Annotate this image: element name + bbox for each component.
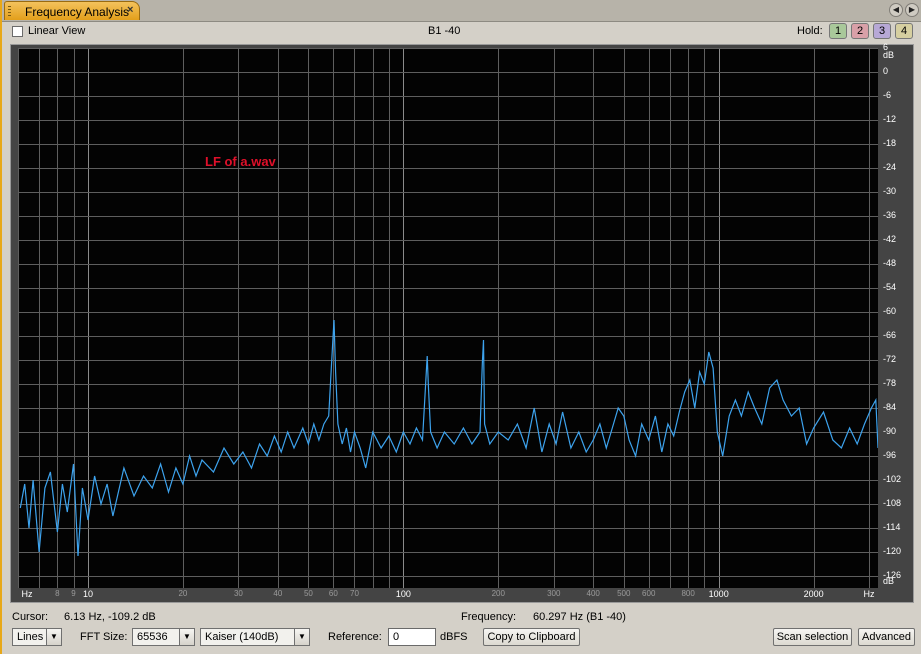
display-mode-value: Lines <box>17 631 44 643</box>
x-tick-label: 9 <box>71 589 76 598</box>
x-tick-label: 500 <box>617 589 631 598</box>
cursor-label: Cursor: <box>12 611 49 623</box>
reference-label: Reference: <box>328 631 382 643</box>
spectrum-trace <box>19 319 878 557</box>
x-tick-label: 8 <box>55 589 60 598</box>
fft-size-select[interactable]: 65536 ▼ <box>132 628 195 646</box>
top-toolbar: Linear View B1 -40 Hold: 1 2 3 4 <box>2 22 921 42</box>
x-tick-label: 40 <box>273 589 283 598</box>
y-tick-label: -96 <box>883 450 897 460</box>
y-tick-label: -72 <box>883 354 897 364</box>
y-tick-label: 0 <box>883 66 889 76</box>
y-unit-label-bottom: dB <box>883 576 895 586</box>
x-tick-label: 10 <box>82 589 93 599</box>
frequency-analysis-panel: Frequency Analysis × ◀ ▶ Linear View B1 … <box>0 0 921 654</box>
x-tick-label: 30 <box>233 589 243 598</box>
hold-button-2[interactable]: 2 <box>851 23 869 39</box>
frequency-label: Frequency: <box>461 611 517 623</box>
reference-unit: dBFS <box>440 631 468 643</box>
x-tick-label: 200 <box>491 589 505 598</box>
y-tick-label: -78 <box>883 378 897 388</box>
frequency-value: 60.297 Hz (B1 -40) <box>533 611 626 623</box>
hold-label: Hold: <box>797 25 823 37</box>
y-tick-label: -12 <box>883 114 897 124</box>
x-unit-label-left: Hz <box>21 589 33 599</box>
fft-size-label: FFT Size: <box>80 631 128 643</box>
y-tick-label: -90 <box>883 426 897 436</box>
x-tick-label: 800 <box>681 589 695 598</box>
advanced-button[interactable]: Advanced <box>858 628 915 646</box>
y-tick-label: -120 <box>883 546 902 556</box>
chevron-down-icon: ▼ <box>179 629 194 645</box>
y-tick-label: -24 <box>883 162 897 172</box>
y-tick-label: -6 <box>883 90 892 100</box>
scroll-left-icon[interactable]: ◀ <box>889 3 903 17</box>
panel-menu-icon[interactable]: ▶ <box>905 3 919 17</box>
linear-view-label[interactable]: Linear View <box>28 25 85 37</box>
cursor-value: 6.13 Hz, -109.2 dB <box>64 611 156 623</box>
x-tick-label: 20 <box>178 589 188 598</box>
scan-selection-button[interactable]: Scan selection <box>773 628 852 646</box>
linear-view-checkbox[interactable] <box>12 26 23 37</box>
y-tick-label: -66 <box>883 330 897 340</box>
display-mode-select[interactable]: Lines ▼ <box>12 628 62 646</box>
chevron-down-icon: ▼ <box>294 629 309 645</box>
y-tick-label: -48 <box>883 258 897 268</box>
reference-input[interactable]: 0 <box>388 628 436 646</box>
x-tick-label: 600 <box>642 589 656 598</box>
panel-tab-strip: Frequency Analysis × ◀ ▶ <box>2 0 921 22</box>
y-tick-label: -114 <box>883 522 901 532</box>
tab-frequency-analysis[interactable]: Frequency Analysis × <box>4 1 140 20</box>
x-tick-label: 1000 <box>708 589 729 599</box>
hold-button-4[interactable]: 4 <box>895 23 913 39</box>
y-tick-label: -36 <box>883 210 897 220</box>
x-tick-label: 50 <box>303 589 313 598</box>
y-tick-label: -42 <box>883 234 897 244</box>
hold-button-3[interactable]: 3 <box>873 23 891 39</box>
hold-button-1[interactable]: 1 <box>829 23 847 39</box>
y-tick-label: -108 <box>883 498 902 508</box>
plot-annotation: LF of a.wav <box>205 154 276 169</box>
y-tick-label: -18 <box>883 138 897 148</box>
x-axis-labels: Hz 8 9 10 20 30 40 50 60 70 100 200 300 400 500 600 800 1… <box>18 588 878 603</box>
spectrum-graph[interactable] <box>18 48 878 588</box>
y-axis-labels: dB 6 0 -6 -12 -18 -24 -30 -36 -42 -48 -54 -60 -66 -72 -… <box>879 42 913 588</box>
copy-to-clipboard-button[interactable]: Copy to Clipboard <box>483 628 580 646</box>
close-icon[interactable]: × <box>127 4 133 16</box>
y-tick-label: -30 <box>883 186 897 196</box>
y-tick-label: -84 <box>883 402 897 412</box>
window-function-value: Kaiser (140dB) <box>205 631 279 643</box>
fft-size-value: 65536 <box>137 631 168 643</box>
y-tick-label: -60 <box>883 306 897 316</box>
y-tick-label: -54 <box>883 282 897 292</box>
x-tick-label: 300 <box>547 589 561 598</box>
band-indicator: B1 -40 <box>428 25 461 37</box>
chevron-down-icon: ▼ <box>46 629 61 645</box>
x-tick-label: 70 <box>350 589 359 598</box>
tab-title: Frequency Analysis <box>25 5 130 19</box>
x-unit-label-right: Hz <box>863 589 875 599</box>
x-tick-label: 400 <box>586 589 600 598</box>
y-tick-label: -102 <box>883 474 902 484</box>
x-tick-label: 100 <box>395 589 411 599</box>
y-tick-label: 6 <box>883 42 889 52</box>
spectrum-plot[interactable] <box>18 48 878 588</box>
x-tick-label: 60 <box>328 589 338 598</box>
window-function-select[interactable]: Kaiser (140dB) ▼ <box>200 628 310 646</box>
x-tick-label: 2000 <box>803 589 824 599</box>
drag-grip-icon[interactable] <box>8 6 11 17</box>
